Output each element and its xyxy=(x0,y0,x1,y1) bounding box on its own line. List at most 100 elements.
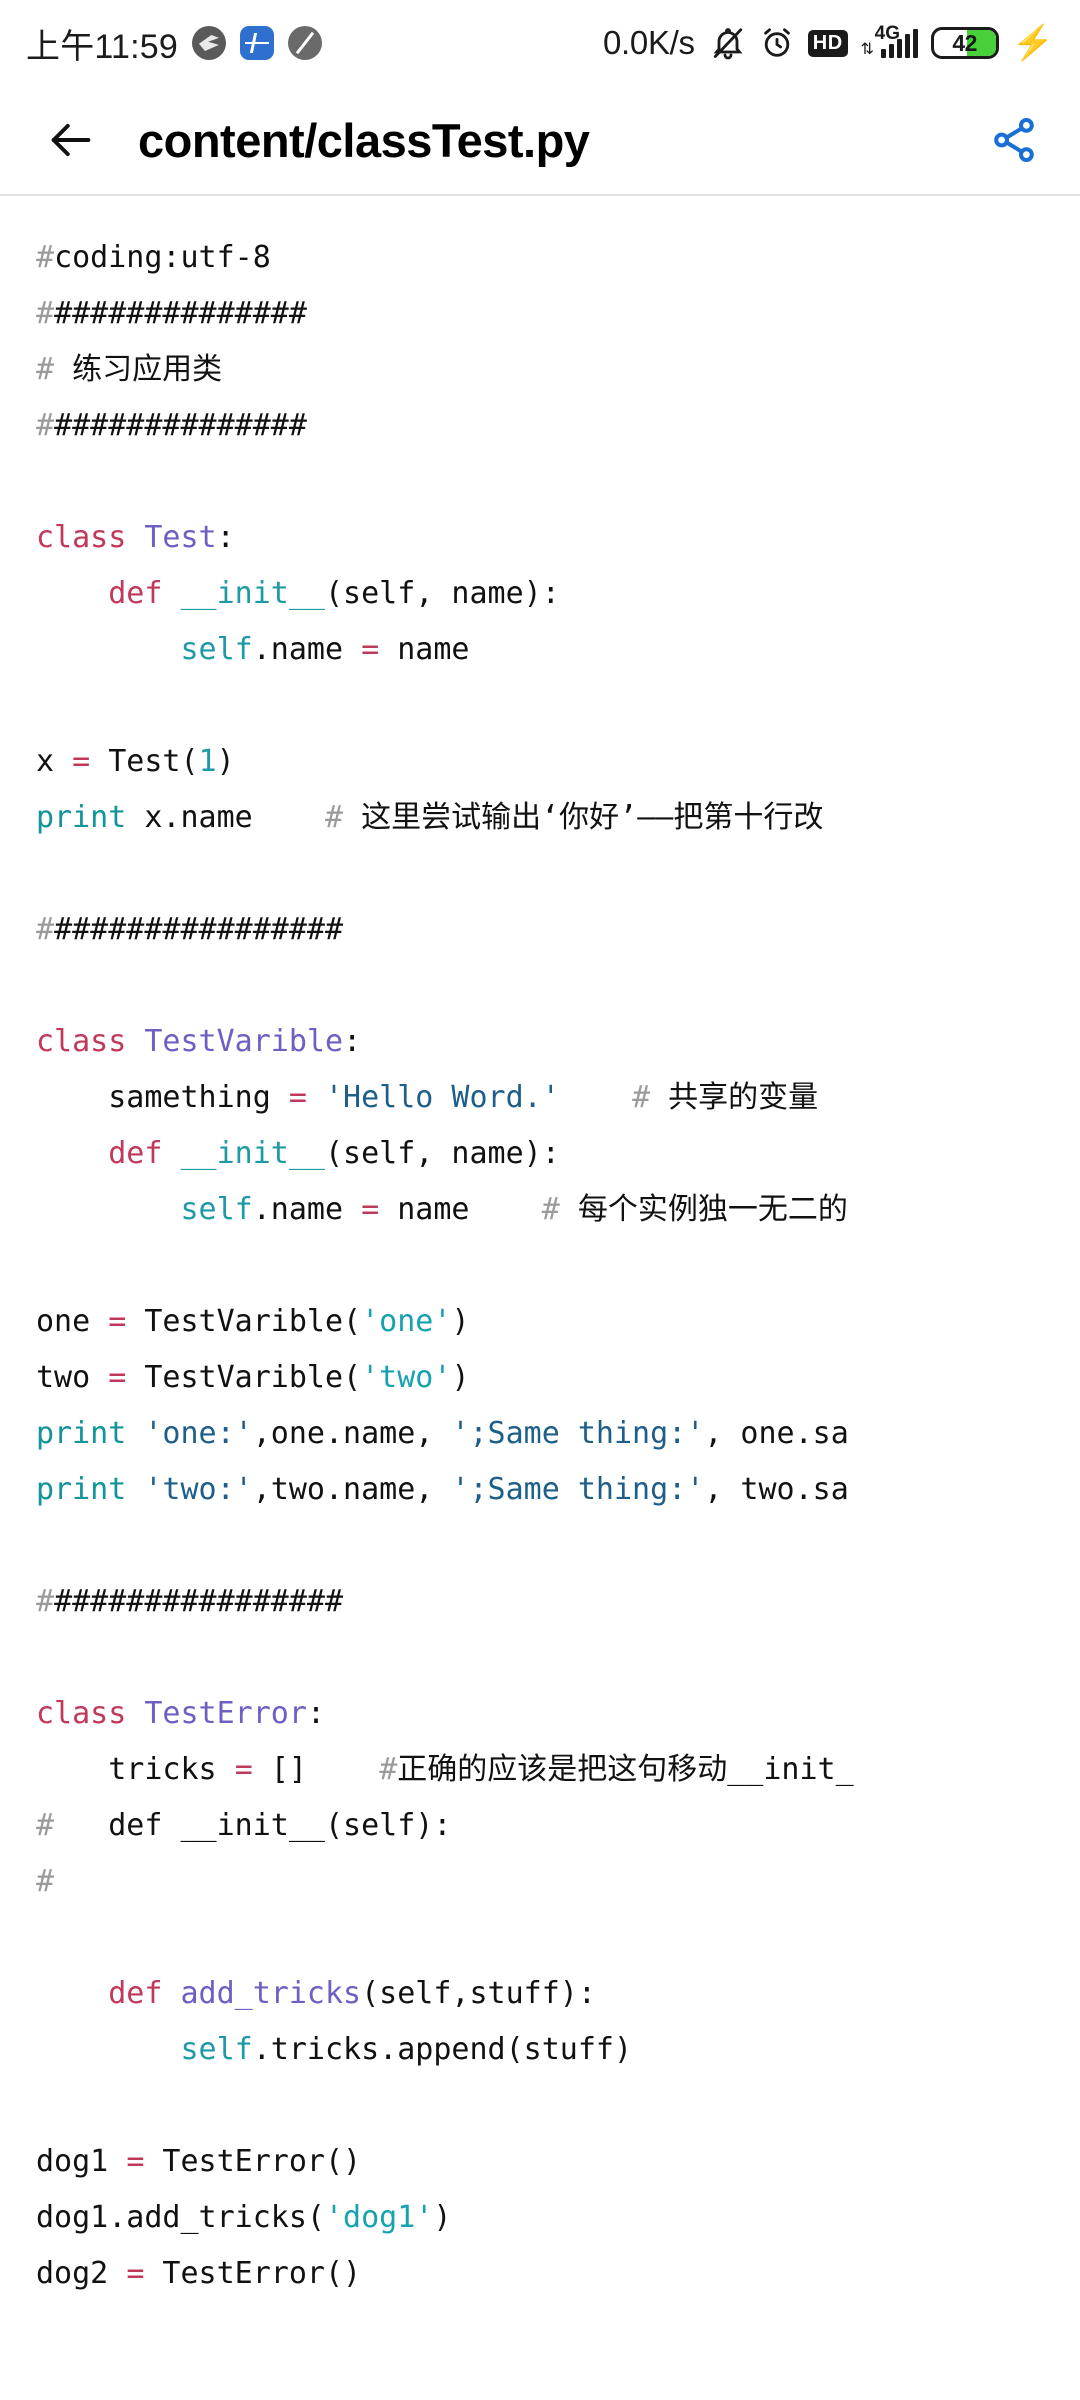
code-line: # def __init__(self): xyxy=(36,1798,1080,1854)
code-token: dog1 xyxy=(36,2144,127,2179)
code-token: tricks xyxy=(36,1752,235,1787)
status-bar: 上午11:59 0.0K/s HD 4G ⇅ 42 ⚡ xyxy=(0,0,1080,86)
code-token: ################ xyxy=(54,1584,344,1619)
code-line: def __init__(self, name): xyxy=(36,1126,1080,1182)
code-token: # xyxy=(632,1080,651,1115)
code-token: # xyxy=(36,1808,55,1843)
code-line: self.name = name # 每个实例独一无二的 xyxy=(36,1182,1080,1238)
code-token: , one.sa xyxy=(704,1416,849,1451)
code-line: #coding:utf-8 xyxy=(36,230,1080,286)
code-token: self xyxy=(180,1192,253,1227)
code-token: x.name xyxy=(126,800,325,835)
code-token: dog1.add_tricks( xyxy=(36,2200,325,2235)
code-token: .tricks.append(stuff) xyxy=(252,2032,633,2067)
code-line: samething = 'Hello Word.' # 共享的变量 xyxy=(36,1070,1080,1126)
code-token: def __init__(self): xyxy=(54,1808,452,1843)
code-content: #coding:utf-8 ############### # 练习应用类 #####… xyxy=(36,230,1080,2302)
code-token: 'two' xyxy=(361,1360,452,1395)
code-token: : xyxy=(306,1696,325,1731)
back-button[interactable] xyxy=(40,109,102,171)
code-token: class xyxy=(36,520,127,555)
code-token: 共享的变量 xyxy=(650,1080,819,1115)
code-token: = xyxy=(288,1080,307,1115)
code-token: coding:utf-8 xyxy=(54,240,271,275)
code-token: # xyxy=(325,800,344,835)
code-token: = xyxy=(126,2144,145,2179)
status-bar-left: 上午11:59 xyxy=(26,19,322,68)
code-token: class xyxy=(36,1024,127,1059)
code-token: 'one:' xyxy=(144,1416,253,1451)
code-token: (self, name): xyxy=(325,1136,560,1171)
code-token: name xyxy=(379,1192,542,1227)
code-token: 这里尝试输出‘你好’——把第十行改 xyxy=(343,800,824,835)
code-line: ################# xyxy=(36,1574,1080,1630)
code-line: class Test: xyxy=(36,510,1080,566)
code-line: print 'two:',two.name, ';Same thing:', t… xyxy=(36,1462,1080,1518)
battery-level-label: 42 xyxy=(952,29,977,56)
code-token: , two.sa xyxy=(704,1472,849,1507)
code-token: self xyxy=(180,632,253,667)
network-type-label: 4G xyxy=(874,23,901,44)
code-token: [] xyxy=(252,1752,380,1787)
code-token: two xyxy=(36,1360,109,1395)
code-token: ) xyxy=(451,1304,470,1339)
code-line: x = Test(1) xyxy=(36,734,1080,790)
code-line: ################# xyxy=(36,902,1080,958)
code-token: # xyxy=(36,1584,55,1619)
network-speed-label: 0.0K/s xyxy=(603,24,695,61)
code-token: 练习应用类 xyxy=(54,352,223,387)
code-token: ) xyxy=(216,744,235,779)
code-token: # xyxy=(379,1752,398,1787)
code-token: 1 xyxy=(198,744,217,779)
code-token: = xyxy=(108,1360,127,1395)
code-token: 正确的应该是把这句移动__init_ xyxy=(397,1752,854,1787)
code-token: ################ xyxy=(54,912,344,947)
code-line: two = TestVarible('two') xyxy=(36,1350,1080,1406)
code-token: 每个实例独一无二的 xyxy=(559,1192,848,1227)
code-token: ############## xyxy=(54,408,307,443)
code-token: 'two:' xyxy=(144,1472,253,1507)
bell-off-icon xyxy=(710,25,746,61)
code-viewer[interactable]: #coding:utf-8 ############### # 练习应用类 #####… xyxy=(0,196,1080,2400)
app-pulse-icon xyxy=(239,26,274,60)
code-line: tricks = [] #正确的应该是把这句移动__init_ xyxy=(36,1742,1080,1798)
code-token: TestError() xyxy=(144,2144,362,2179)
code-token: ,two.name, xyxy=(252,1472,452,1507)
code-token: = xyxy=(234,1752,253,1787)
code-line: self.name = name xyxy=(36,622,1080,678)
code-token: print xyxy=(36,1416,127,1451)
code-token: TestVarible( xyxy=(126,1360,362,1395)
code-token: self xyxy=(180,2032,253,2067)
code-line: dog2 = TestError() xyxy=(36,2246,1080,2302)
share-button[interactable] xyxy=(982,108,1046,172)
code-token: name xyxy=(379,632,470,667)
code-line: def add_tricks(self,stuff): xyxy=(36,1966,1080,2022)
status-clock: 上午11:59 xyxy=(26,27,178,66)
code-token: add_tricks xyxy=(180,1976,362,2011)
signal-bars-icon: 4G ⇅ xyxy=(861,23,918,58)
code-token: TestVarible( xyxy=(126,1304,362,1339)
code-line: class TestVarible: xyxy=(36,1014,1080,1070)
code-line: dog1.add_tricks('dog1') xyxy=(36,2190,1080,2246)
page-title: content/classTest.py xyxy=(138,113,590,167)
code-token: : xyxy=(216,520,235,555)
app-bar: content/classTest.py xyxy=(0,86,1080,196)
code-token: __init__ xyxy=(180,1136,326,1171)
code-token: ';Same thing:' xyxy=(451,1472,705,1507)
code-token: ,one.name, xyxy=(252,1416,452,1451)
code-token: TestError() xyxy=(144,2256,362,2291)
battery-icon: 42 xyxy=(930,27,999,59)
